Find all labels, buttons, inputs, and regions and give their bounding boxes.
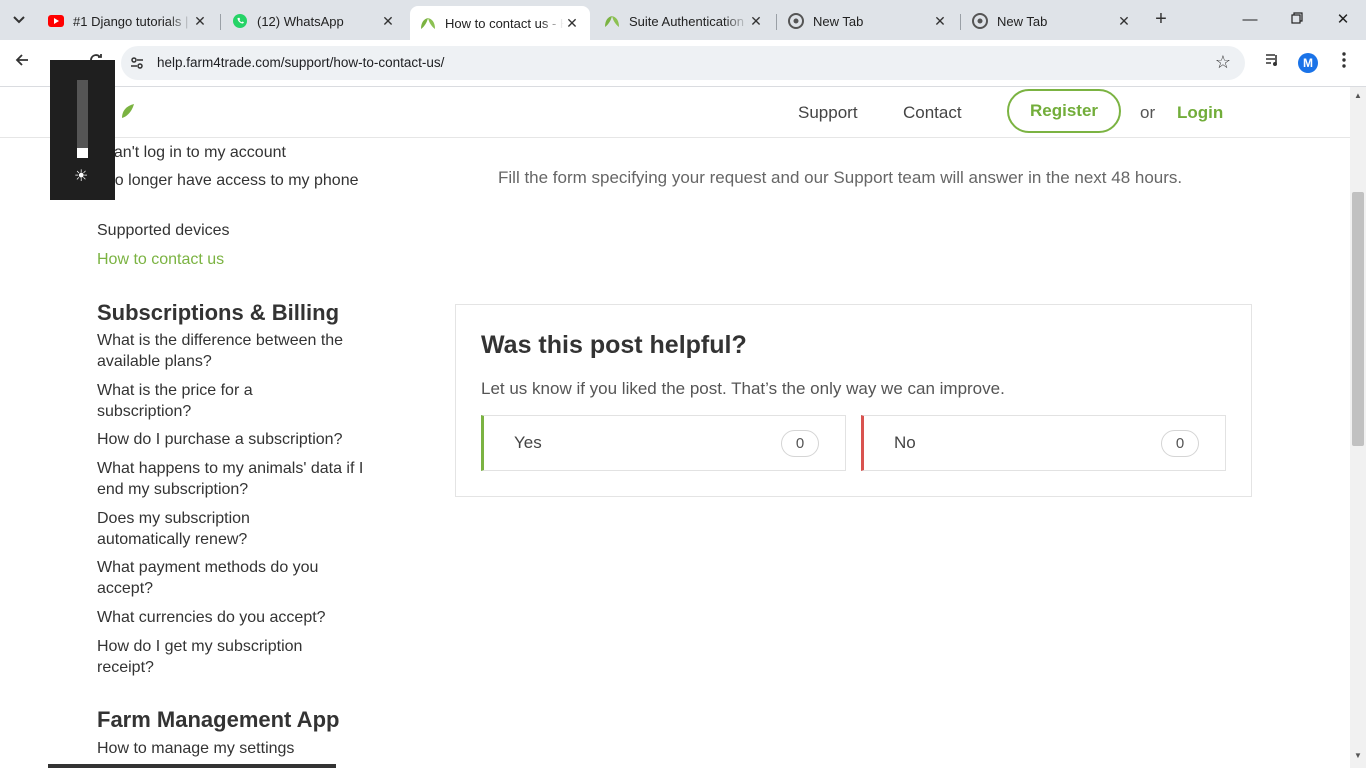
brightness-sun-icon: ☀ xyxy=(74,168,89,185)
sidebar-link-manage-settings[interactable]: How to manage my settings xyxy=(97,738,392,759)
profile-avatar[interactable]: M xyxy=(1298,53,1318,73)
sidebar-link-plan-differences[interactable]: What is the difference between the avail… xyxy=(97,330,392,372)
tab-search-chevron-icon[interactable] xyxy=(6,8,32,32)
sidebar-heading-farm-app: Farm Management App xyxy=(97,707,340,732)
sidebar-link-purchase-subscription[interactable]: How do I purchase a subscription? xyxy=(97,429,392,450)
sidebar-link-subscription-receipt[interactable]: How do I get my subscription receipt? xyxy=(97,636,357,678)
sidebar-link-how-to-contact-us[interactable]: How to contact us xyxy=(97,249,392,270)
tab-separator xyxy=(220,14,221,30)
address-bar[interactable]: help.farm4trade.com/support/how-to-conta… xyxy=(121,46,1245,80)
sidebar-link-auto-renew[interactable]: Does my subscription automatically renew… xyxy=(97,508,297,550)
taskbar-edge xyxy=(48,764,336,768)
page-scrollbar[interactable]: ▲ ▼ xyxy=(1350,87,1366,768)
scroll-down-arrow-icon[interactable]: ▼ xyxy=(1354,751,1362,760)
close-tab-icon[interactable]: ✕ xyxy=(192,13,208,30)
scrollbar-thumb[interactable] xyxy=(1352,192,1364,446)
media-control-icon[interactable] xyxy=(1260,52,1284,74)
tab-django[interactable]: #1 Django tutorials | V ✕ xyxy=(38,6,218,36)
sidebar-link-supported-devices[interactable]: Supported devices xyxy=(97,220,392,241)
sidebar-link-no-phone-access[interactable]: I no longer have access to my phone xyxy=(97,170,392,191)
or-text: or xyxy=(1140,103,1156,122)
feedback-title: Was this post helpful? xyxy=(481,331,747,359)
close-window-icon[interactable]: ✕ xyxy=(1333,10,1353,30)
nav-support-link[interactable]: Support xyxy=(798,103,858,123)
login-link[interactable]: Login xyxy=(1177,103,1223,123)
farm4trade-logo-icon[interactable] xyxy=(120,103,136,124)
sidebar-link-subscription-price[interactable]: What is the price for a subscription? xyxy=(97,380,297,422)
tab-title: New Tab xyxy=(813,13,864,29)
whatsapp-icon xyxy=(232,13,248,29)
sidebar-heading-billing: Subscriptions & Billing xyxy=(97,300,340,325)
site-settings-icon[interactable] xyxy=(129,55,145,71)
leaf-icon xyxy=(420,15,436,31)
bookmark-star-icon[interactable]: ☆ xyxy=(1215,52,1231,73)
chrome-icon xyxy=(788,13,804,29)
sidebar-link-cant-login[interactable]: I can't log in to my account xyxy=(97,142,392,163)
close-tab-icon[interactable]: ✕ xyxy=(1116,13,1132,30)
nav-contact-link[interactable]: Contact xyxy=(903,103,962,123)
tab-title: (12) WhatsApp xyxy=(257,13,344,29)
close-tab-icon[interactable]: ✕ xyxy=(932,13,948,30)
sidebar-link-payment-methods[interactable]: What payment methods do you accept? xyxy=(97,557,367,599)
vote-yes-count: 0 xyxy=(781,430,819,457)
new-tab-plus-icon[interactable]: + xyxy=(1150,8,1172,32)
close-tab-icon[interactable]: ✕ xyxy=(564,15,580,32)
leaf-icon xyxy=(604,13,620,29)
browser-toolbar: help.farm4trade.com/support/how-to-conta… xyxy=(0,40,1366,87)
chrome-icon xyxy=(972,13,988,29)
tab-separator xyxy=(960,14,961,30)
tab-suite-authentication[interactable]: Suite Authentication - ✕ xyxy=(594,6,774,36)
sidebar-link-currencies[interactable]: What currencies do you accept? xyxy=(97,607,392,628)
register-button[interactable]: Register xyxy=(1007,89,1121,133)
youtube-icon xyxy=(48,13,64,29)
url-text[interactable]: help.farm4trade.com/support/how-to-conta… xyxy=(157,55,444,70)
back-arrow-icon[interactable] xyxy=(11,52,33,74)
scroll-up-arrow-icon[interactable]: ▲ xyxy=(1354,91,1362,100)
tab-title: #1 Django tutorials | V xyxy=(73,13,192,29)
tab-title: How to contact us - H xyxy=(445,15,564,31)
site-header: Support Contact Register or Login xyxy=(0,87,1350,138)
vote-no-label: No xyxy=(894,433,916,452)
tab-title: New Tab xyxy=(997,13,1048,29)
sidebar-link-end-subscription-data[interactable]: What happens to my animals' data if I en… xyxy=(97,458,392,500)
tab-separator xyxy=(776,14,777,30)
feedback-box: Was this post helpful? Let us know if yo… xyxy=(455,304,1252,497)
brightness-level-track xyxy=(77,80,88,158)
vote-no-count: 0 xyxy=(1161,430,1199,457)
vote-yes-button[interactable]: Yes 0 xyxy=(481,415,846,471)
menu-dots-icon[interactable] xyxy=(1332,52,1356,74)
minimize-icon[interactable]: — xyxy=(1240,10,1260,30)
tab-whatsapp[interactable]: (12) WhatsApp ✕ xyxy=(222,6,406,36)
brightness-level-fill xyxy=(77,148,88,158)
restore-icon[interactable] xyxy=(1287,10,1307,30)
contact-intro-text: Fill the form specifying your request an… xyxy=(498,168,1183,187)
tab-new-tab-1[interactable]: New Tab ✕ xyxy=(778,6,958,36)
tab-strip: #1 Django tutorials | V ✕ (12) WhatsApp … xyxy=(0,0,1366,40)
feedback-subtitle: Let us know if you liked the post. That’… xyxy=(481,379,1005,398)
tab-new-tab-2[interactable]: New Tab ✕ xyxy=(962,6,1142,36)
vote-no-button[interactable]: No 0 xyxy=(861,415,1226,471)
close-tab-icon[interactable]: ✕ xyxy=(380,13,396,30)
tab-title: Suite Authentication - xyxy=(629,13,748,29)
vote-yes-label: Yes xyxy=(514,433,542,452)
close-tab-icon[interactable]: ✕ xyxy=(748,13,764,30)
brightness-overlay: ☀ xyxy=(50,60,115,200)
tab-how-to-contact-us[interactable]: How to contact us - H ✕ xyxy=(410,6,590,40)
